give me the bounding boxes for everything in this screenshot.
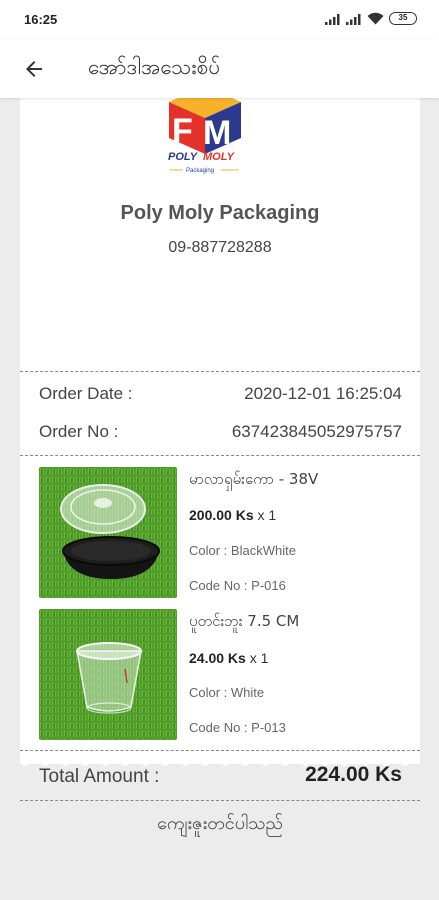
svg-text:MOLY: MOLY bbox=[203, 151, 236, 163]
status-bar: 16:25 35 bbox=[0, 0, 439, 40]
divider bbox=[20, 371, 420, 372]
item-color: Color : White bbox=[189, 685, 265, 700]
signal-icon bbox=[325, 13, 340, 25]
item-price: 24.00 Ks x 1 bbox=[189, 650, 268, 666]
product-image bbox=[39, 467, 177, 598]
product-image bbox=[39, 609, 177, 740]
shop-name: Poly Moly Packaging bbox=[120, 202, 320, 224]
battery-icon: 35 bbox=[389, 12, 417, 25]
order-date-label: Order Date : bbox=[39, 384, 133, 403]
item-name: မာလာရှမ်းကော - 38V bbox=[189, 470, 319, 488]
item-color: Color : BlackWhite bbox=[189, 543, 296, 558]
shop-phone: 09-887728288 bbox=[168, 239, 272, 256]
total-value: 224.00 Ks bbox=[305, 763, 402, 786]
svg-text:Packaging: Packaging bbox=[186, 168, 214, 174]
order-date-value: 2020-12-01 16:25:04 bbox=[244, 384, 402, 403]
order-no-label: Order No : bbox=[39, 422, 119, 441]
back-button[interactable] bbox=[18, 54, 50, 84]
item-code: Code No : P-013 bbox=[189, 720, 286, 735]
divider bbox=[20, 750, 420, 751]
item-price: 200.00 Ks x 1 bbox=[189, 507, 276, 523]
item-name: ပူတင်းဘူး 7.5 CM bbox=[189, 612, 300, 630]
page-title: အော်ဒါအသေးစိပ် bbox=[88, 55, 221, 79]
divider bbox=[20, 800, 420, 801]
divider bbox=[20, 455, 420, 456]
status-time: 16:25 bbox=[24, 12, 58, 27]
item-price-value: 24.00 Ks bbox=[189, 650, 246, 666]
product-photo-bowl bbox=[39, 467, 177, 598]
item-price-value: 200.00 Ks bbox=[189, 507, 254, 523]
total-label: Total Amount : bbox=[39, 766, 160, 787]
svg-text:F: F bbox=[172, 112, 193, 150]
signal-icon bbox=[346, 13, 361, 25]
svg-text:M: M bbox=[203, 114, 231, 152]
item-quantity: x 1 bbox=[253, 507, 277, 523]
status-icons: 35 bbox=[325, 12, 417, 25]
product-photo-cup bbox=[39, 609, 177, 740]
thank-you-message: ကျေးဇူးတင်ပါသည် bbox=[157, 813, 283, 834]
order-no-value: 637423845052975757 bbox=[231, 422, 402, 441]
item-quantity: x 1 bbox=[245, 650, 269, 666]
arrow-left-icon bbox=[26, 61, 42, 77]
shop-logo: F M POLY MOLY Packaging bbox=[168, 86, 241, 174]
app-bar: အော်ဒါအသေးစိပ် bbox=[0, 40, 439, 98]
wifi-icon bbox=[367, 12, 384, 25]
svg-text:POLY: POLY bbox=[168, 151, 199, 163]
item-code: Code No : P-016 bbox=[189, 578, 286, 593]
